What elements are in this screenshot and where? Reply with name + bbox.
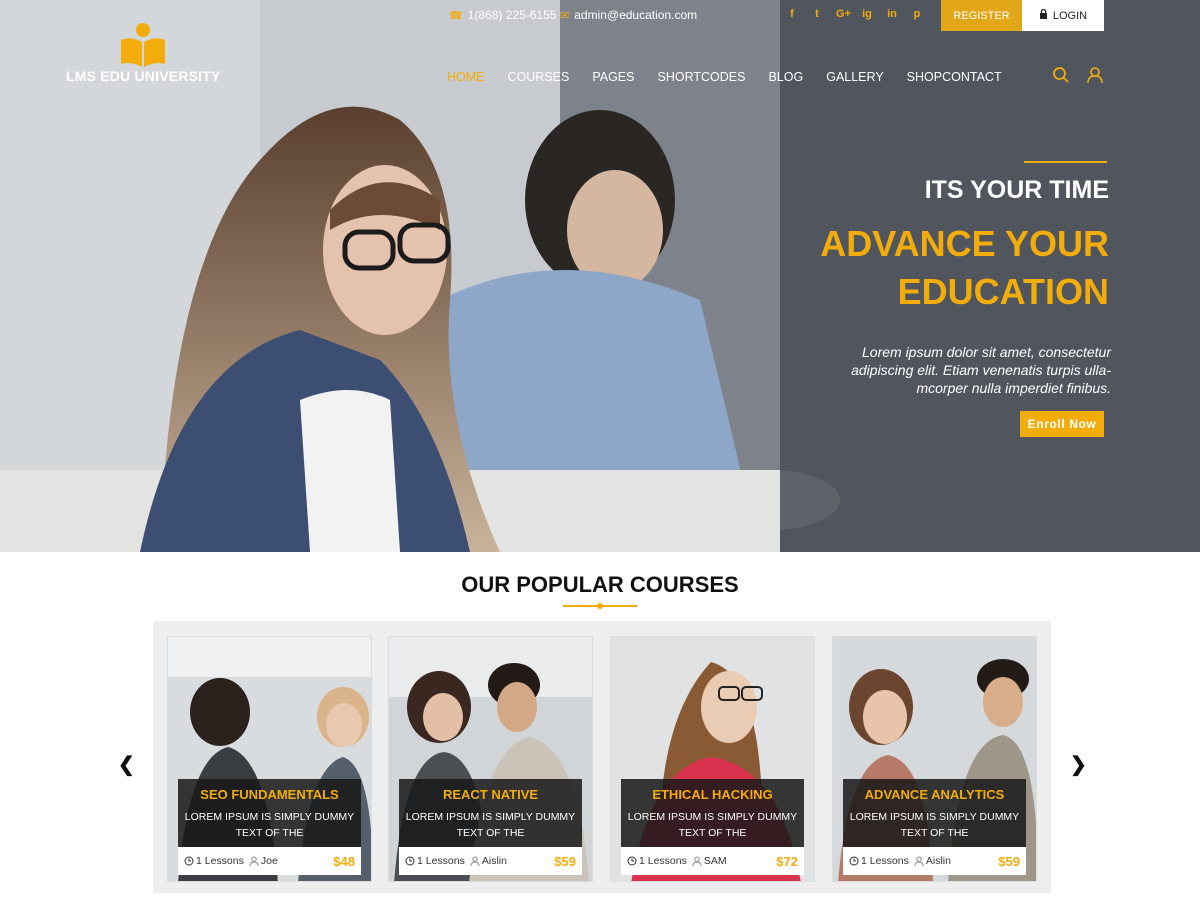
course-price: $48 xyxy=(333,853,355,869)
course-meta: 1 Lessons Aislin $59 xyxy=(843,847,1026,875)
lock-icon xyxy=(1039,8,1048,22)
course-info-overlay: ADVANCE ANALYTICS LOREM IPSUM IS SIMPLY … xyxy=(843,779,1026,847)
course-info-overlay: SEO FUNDAMENTALS LOREM IPSUM IS SIMPLY D… xyxy=(178,779,361,847)
section-title: OUR POPULAR COURSES xyxy=(461,572,739,597)
contact-phone[interactable]: ☎ 1(868) 225-6155 xyxy=(449,8,556,22)
course-info-overlay: ETHICAL HACKING LOREM IPSUM IS SIMPLY DU… xyxy=(621,779,804,847)
course-author: Aislin xyxy=(481,855,507,867)
phone-text: 1(868) 225-6155 xyxy=(467,8,557,22)
login-button[interactable]: LOGIN xyxy=(1022,0,1104,31)
login-label: LOGIN xyxy=(1052,9,1088,22)
course-author: Aislin xyxy=(925,855,951,867)
nav-item-courses[interactable]: COURSES xyxy=(508,70,570,84)
instagram-icon[interactable]: ig xyxy=(861,8,873,20)
hero-divider xyxy=(1024,161,1107,163)
nav-item-shopcontact[interactable]: SHOPCONTACT xyxy=(907,70,1002,84)
course-description: LOREM IPSUM IS SIMPLY DUMMY TEXT OF THE xyxy=(184,811,355,839)
clock-icon xyxy=(405,856,415,866)
course-description: LOREM IPSUM IS SIMPLY DUMMY TEXT OF THE xyxy=(849,811,1020,839)
search-icon[interactable] xyxy=(1052,66,1070,84)
nav-item-shortcodes[interactable]: SHORTCODES xyxy=(657,70,745,84)
hero-title: ADVANCE YOUR EDUCATION xyxy=(749,220,1109,316)
user-icon[interactable] xyxy=(1086,66,1104,84)
hero-title-line2: EDUCATION xyxy=(897,271,1109,312)
course-meta: 1 Lessons Aislin $59 xyxy=(399,847,582,875)
facebook-icon[interactable]: f xyxy=(786,8,798,20)
course-meta: 1 Lessons Joe $48 xyxy=(178,847,361,875)
course-price: $59 xyxy=(998,853,1020,869)
course-lessons: 1 Lessons xyxy=(861,855,909,867)
hero-title-line1: ADVANCE YOUR xyxy=(820,223,1109,264)
social-links: f t G+ ig in p xyxy=(786,8,923,20)
title-underline-dot xyxy=(597,603,603,609)
user-icon xyxy=(249,856,259,866)
register-button[interactable]: REGISTER xyxy=(941,0,1022,31)
main-nav: HOME COURSES PAGES SHORTCODES BLOG GALLE… xyxy=(447,70,1025,84)
clock-icon xyxy=(627,856,637,866)
course-lessons: 1 Lessons xyxy=(196,855,244,867)
course-card[interactable]: ETHICAL HACKING LOREM IPSUM IS SIMPLY DU… xyxy=(610,636,815,882)
course-title[interactable]: SEO FUNDAMENTALS xyxy=(178,787,361,802)
course-card[interactable]: REACT NATIVE LOREM IPSUM IS SIMPLY DUMMY… xyxy=(388,636,593,882)
chevron-left-icon[interactable]: ❮ xyxy=(118,752,135,777)
nav-item-blog[interactable]: BLOG xyxy=(768,70,803,84)
course-info-overlay: REACT NATIVE LOREM IPSUM IS SIMPLY DUMMY… xyxy=(399,779,582,847)
hero-kicker: ITS YOUR TIME xyxy=(924,176,1109,204)
contact-email[interactable]: ✉ admin@education.com xyxy=(560,8,697,22)
course-lessons: 1 Lessons xyxy=(417,855,465,867)
course-title[interactable]: ETHICAL HACKING xyxy=(621,787,804,802)
course-description: LOREM IPSUM IS SIMPLY DUMMY TEXT OF THE xyxy=(405,811,576,839)
pinterest-icon[interactable]: p xyxy=(911,8,923,20)
hero-description: Lorem ipsum dolor sit amet, consectetur … xyxy=(851,344,1111,396)
nav-item-home[interactable]: HOME xyxy=(447,70,485,84)
course-price: $72 xyxy=(776,853,798,869)
twitter-icon[interactable]: t xyxy=(811,8,823,20)
envelope-icon: ✉ xyxy=(560,9,570,22)
user-icon xyxy=(914,856,924,866)
nav-item-pages[interactable]: PAGES xyxy=(592,70,634,84)
site-logo-text: LMS EDU UNIVERSITY xyxy=(66,68,221,84)
course-card[interactable]: SEO FUNDAMENTALS LOREM IPSUM IS SIMPLY D… xyxy=(167,636,372,882)
course-lessons: 1 Lessons xyxy=(639,855,687,867)
user-icon xyxy=(692,856,702,866)
course-card[interactable]: ADVANCE ANALYTICS LOREM IPSUM IS SIMPLY … xyxy=(832,636,1037,882)
site-logo[interactable]: LMS EDU UNIVERSITY xyxy=(66,22,236,86)
course-description: LOREM IPSUM IS SIMPLY DUMMY TEXT OF THE xyxy=(627,811,798,839)
clock-icon xyxy=(184,856,194,866)
chevron-right-icon[interactable]: ❯ xyxy=(1070,752,1087,777)
phone-icon: ☎ xyxy=(449,9,463,22)
book-person-icon xyxy=(121,23,165,67)
clock-icon xyxy=(849,856,859,866)
email-text: admin@education.com xyxy=(574,8,698,22)
course-title[interactable]: REACT NATIVE xyxy=(399,787,582,802)
user-icon xyxy=(470,856,480,866)
course-meta: 1 Lessons SAM $72 xyxy=(621,847,804,875)
course-title[interactable]: ADVANCE ANALYTICS xyxy=(843,787,1026,802)
course-price: $59 xyxy=(554,853,576,869)
nav-item-gallery[interactable]: GALLERY xyxy=(826,70,883,84)
course-author: Joe xyxy=(260,855,278,867)
course-author: SAM xyxy=(703,855,727,867)
enroll-now-button[interactable]: Enroll Now xyxy=(1020,411,1104,437)
google-plus-icon[interactable]: G+ xyxy=(836,8,851,20)
linkedin-icon[interactable]: in xyxy=(886,8,898,20)
